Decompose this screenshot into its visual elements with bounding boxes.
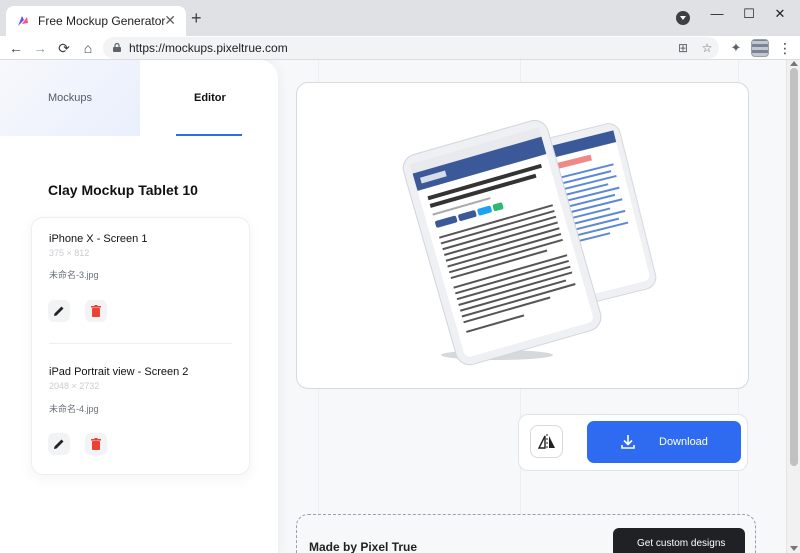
browser-toolbar: ← → ⟳ ⌂ https://mockups.pixeltrue.com ⊞ …	[0, 36, 800, 60]
page-scrollbar[interactable]	[786, 60, 800, 553]
screen-dimensions: 375 × 812	[49, 248, 90, 258]
tab-editor-label: Editor	[194, 92, 226, 104]
trash-icon	[91, 305, 101, 317]
home-button[interactable]: ⌂	[78, 38, 98, 58]
delete-screen-button[interactable]	[85, 433, 107, 455]
get-custom-designs-button[interactable]: Get custom designs	[613, 528, 745, 553]
url-text: https://mockups.pixeltrue.com	[129, 41, 288, 55]
download-button[interactable]: Download	[587, 421, 741, 463]
flip-button[interactable]	[530, 425, 563, 458]
download-label: Download	[659, 436, 708, 448]
active-tab-indicator	[176, 134, 242, 136]
lock-icon	[113, 43, 121, 52]
scroll-down-arrow-icon[interactable]	[790, 546, 798, 551]
footer-card: Made by Pixel True Get custom designs	[296, 514, 756, 553]
page: Mockups Editor Clay Mockup Tablet 10 iPh…	[0, 60, 786, 553]
scrollbar-thumb[interactable]	[790, 68, 798, 466]
screens-list: iPhone X - Screen 1 375 × 812 未命名-3.jpg …	[31, 217, 250, 475]
scroll-up-arrow-icon[interactable]	[790, 61, 798, 66]
forward-button[interactable]: →	[30, 38, 50, 58]
maximize-button[interactable]: ☐	[737, 4, 761, 24]
flip-horizontal-icon	[537, 434, 555, 450]
extensions-icon[interactable]: ✦	[728, 40, 744, 56]
delete-screen-button[interactable]	[85, 300, 107, 322]
divider	[49, 343, 232, 344]
pencil-icon	[54, 306, 64, 316]
tab-close-icon[interactable]: ✕	[164, 12, 176, 28]
browser-tab[interactable]: Free Mockup Generator ✕	[6, 6, 186, 36]
tab-editor[interactable]: Editor	[140, 60, 278, 136]
edit-screen-button[interactable]	[48, 300, 70, 322]
tab-title: Free Mockup Generator	[38, 14, 166, 28]
tab-mockups-label: Mockups	[48, 92, 93, 104]
mockup-title: Clay Mockup Tablet 10	[48, 182, 198, 198]
screen-dimensions: 2048 × 2732	[49, 381, 100, 391]
address-bar[interactable]: https://mockups.pixeltrue.com ⊞ ☆	[103, 37, 719, 59]
download-icon	[621, 435, 635, 449]
new-tab-button[interactable]: +	[191, 9, 202, 27]
browser-tabstrip: Free Mockup Generator ✕ + — ☐ ✕	[0, 0, 800, 36]
custom-designs-label: Get custom designs	[637, 538, 726, 549]
close-window-button[interactable]: ✕	[768, 4, 792, 24]
browser-menu-icon[interactable]: ⋮	[778, 38, 792, 58]
screen-file-name: 未命名-3.jpg	[49, 270, 99, 280]
pixeltrue-logo-icon	[18, 16, 28, 26]
translate-icon[interactable]: ⊞	[675, 40, 691, 56]
action-bar: Download	[518, 414, 748, 471]
screen-name: iPad Portrait view - Screen 2	[49, 366, 189, 378]
device-mockup-image	[402, 119, 657, 366]
pencil-icon	[54, 439, 64, 449]
screen-name: iPhone X - Screen 1	[49, 233, 148, 245]
profile-avatar[interactable]	[751, 39, 769, 57]
reload-button[interactable]: ⟳	[54, 38, 74, 58]
screen-file-name: 未命名-4.jpg	[49, 404, 99, 414]
minimize-button[interactable]: —	[705, 4, 729, 24]
back-button[interactable]: ←	[6, 38, 26, 58]
edit-screen-button[interactable]	[48, 433, 70, 455]
tab-search-icon[interactable]	[676, 11, 690, 25]
editor-sidebar: Mockups Editor Clay Mockup Tablet 10 iPh…	[0, 60, 278, 553]
trash-icon	[91, 438, 101, 450]
tab-mockups[interactable]: Mockups	[0, 60, 140, 136]
mockup-preview	[296, 82, 749, 389]
made-by-text: Made by Pixel True	[309, 540, 418, 553]
bookmark-star-icon[interactable]: ☆	[699, 40, 715, 56]
